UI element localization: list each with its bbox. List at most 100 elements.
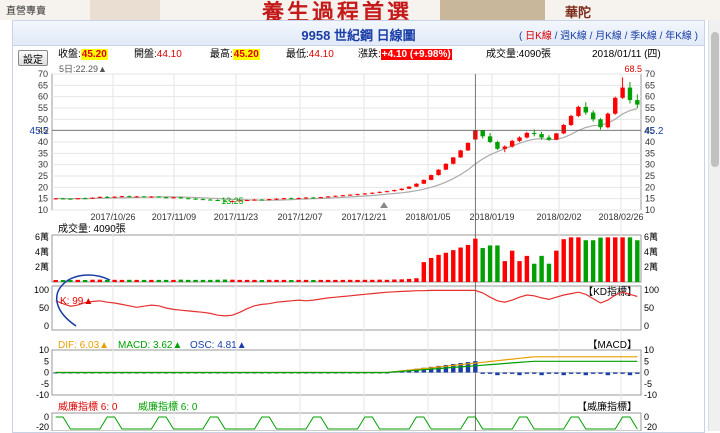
macd-tick-label: 5 bbox=[644, 356, 649, 366]
volume-bar bbox=[347, 279, 353, 282]
candle-body bbox=[97, 196, 103, 198]
volume-bar bbox=[185, 279, 191, 282]
candle-body bbox=[171, 197, 176, 199]
candle-body bbox=[598, 119, 603, 128]
volume-bar bbox=[377, 279, 382, 282]
candle-body bbox=[487, 136, 493, 142]
candle-body bbox=[112, 196, 117, 198]
volume-bar bbox=[237, 279, 242, 282]
moving-average-line bbox=[55, 108, 638, 201]
price-tick-label: 30 bbox=[645, 160, 655, 170]
scrollbar-thumb[interactable] bbox=[711, 32, 719, 167]
volume-bar bbox=[274, 279, 279, 282]
candle-body bbox=[281, 198, 287, 200]
williams-tick-label: -20 bbox=[644, 422, 657, 431]
volume-tick-label: 6萬 bbox=[644, 231, 658, 242]
osc-bar bbox=[568, 372, 574, 374]
macd-tick-label: 10 bbox=[644, 345, 654, 355]
macd-tick-label: 5 bbox=[44, 356, 49, 366]
candle-body bbox=[127, 196, 132, 198]
candle-body bbox=[635, 100, 640, 105]
candle-body bbox=[53, 198, 58, 200]
candle-body bbox=[502, 146, 508, 149]
volume-bar bbox=[613, 237, 618, 282]
price-tick-label: 50 bbox=[645, 114, 655, 124]
page-scrollbar[interactable] bbox=[708, 20, 720, 431]
candle-body bbox=[274, 198, 279, 200]
osc-bar bbox=[561, 372, 566, 376]
volume-bar bbox=[318, 279, 323, 282]
price-chart[interactable]: 10 1015 1520 2025 2530 3035 3540 4045 4550 5055 55… bbox=[12, 20, 703, 431]
kd-panel-title: 【KD指標】 bbox=[583, 285, 637, 298]
osc-bar bbox=[627, 372, 633, 376]
candle-body bbox=[451, 157, 456, 164]
banner-brand: 華陀 bbox=[565, 5, 592, 20]
volume-bar bbox=[524, 255, 530, 282]
price-tick-label: 65 bbox=[645, 80, 655, 90]
date-tick-label: 2018/02/26 bbox=[598, 212, 643, 222]
williams-panel-title: 【威廉指標】 bbox=[577, 400, 637, 413]
candle-body bbox=[333, 195, 338, 197]
price-tick-label: 70 bbox=[645, 69, 655, 79]
date-tick-label: 2017/12/21 bbox=[341, 212, 386, 222]
volume-bar bbox=[473, 238, 478, 282]
candle-body bbox=[532, 132, 537, 135]
candle-body bbox=[458, 150, 463, 158]
price-tick-label: 35 bbox=[38, 148, 48, 158]
williams-label-1: 威廉指標 6: 0 bbox=[58, 400, 118, 413]
candle-body bbox=[347, 194, 353, 196]
current-price-left: 45.2 bbox=[30, 126, 50, 137]
volume-bar bbox=[75, 279, 80, 282]
osc-bar bbox=[635, 372, 640, 374]
candle-body bbox=[436, 169, 441, 176]
williams-line bbox=[55, 416, 638, 430]
volume-bar bbox=[554, 250, 559, 282]
kd-tick-label: 50 bbox=[644, 303, 654, 313]
candle-body bbox=[193, 198, 198, 200]
volume-bar bbox=[406, 278, 412, 282]
dif-label: DIF: 6.03▲ bbox=[58, 340, 109, 351]
candle-body bbox=[421, 179, 427, 184]
volume-bar bbox=[311, 279, 316, 282]
volume-bar bbox=[156, 279, 161, 282]
candle-body bbox=[620, 87, 625, 98]
volume-bar bbox=[546, 263, 552, 282]
volume-bar bbox=[421, 262, 427, 282]
osc-bar bbox=[613, 372, 618, 374]
candle-body bbox=[75, 198, 80, 200]
candle-body bbox=[259, 199, 265, 201]
date-tick-label: 2018/01/05 bbox=[405, 212, 450, 222]
osc-bar bbox=[590, 372, 596, 374]
candle-body bbox=[590, 112, 596, 120]
volume-bar bbox=[215, 279, 220, 282]
candle-body bbox=[318, 197, 323, 199]
price-tick-label: 70 bbox=[38, 69, 48, 79]
candle-body bbox=[561, 125, 566, 134]
osc-bar bbox=[539, 372, 544, 376]
macd-label: MACD: 3.62▲ bbox=[118, 340, 182, 351]
volume-bar bbox=[289, 280, 294, 282]
osc-bar bbox=[532, 372, 537, 374]
volume-bar bbox=[436, 254, 441, 282]
volume-bar bbox=[605, 237, 611, 282]
kd-tick-label: 50 bbox=[39, 303, 49, 313]
williams-tick-label: -20 bbox=[36, 422, 49, 431]
candle-body bbox=[370, 192, 375, 194]
volume-bar bbox=[590, 240, 596, 282]
volume-bar bbox=[252, 279, 257, 282]
macd-tick-label: 0 bbox=[644, 368, 649, 378]
volume-tick-label: 4萬 bbox=[35, 246, 49, 257]
volume-bar bbox=[355, 279, 360, 282]
volume-bar bbox=[163, 279, 169, 282]
price-tick-label: 55 bbox=[38, 103, 48, 113]
ad-banner[interactable]: 直營專賣 養生過程首選 華陀 bbox=[0, 0, 720, 20]
volume-bar bbox=[97, 279, 103, 282]
volume-bar bbox=[576, 237, 581, 282]
volume-tick-label: 4萬 bbox=[644, 246, 658, 257]
candle-body bbox=[546, 137, 552, 140]
volume-bar bbox=[370, 279, 375, 282]
volume-bar bbox=[414, 278, 419, 282]
banner-slogan: 養生過程首選 bbox=[262, 0, 413, 20]
candle-body bbox=[627, 87, 633, 101]
osc-bar bbox=[620, 372, 625, 374]
